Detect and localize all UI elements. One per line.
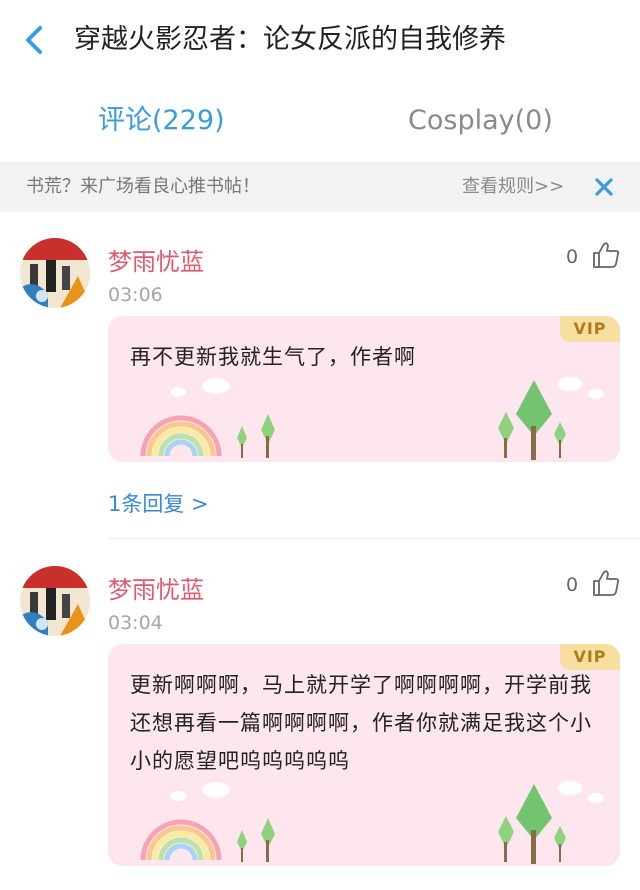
banner-close-button[interactable] bbox=[592, 175, 616, 199]
like-button[interactable] bbox=[591, 240, 621, 270]
comment-username[interactable]: 梦雨忧蓝 bbox=[108, 570, 204, 605]
comment-item: 梦雨忧蓝 03:04 0 VIP 更新啊啊啊，马上就开学了啊啊啊啊，开学前我还想… bbox=[0, 566, 640, 890]
back-button[interactable] bbox=[18, 20, 54, 60]
replies-link[interactable]: 1条回复 > bbox=[108, 488, 209, 518]
rainbow-trees-decoration bbox=[140, 781, 604, 864]
comment-time: 03:06 bbox=[108, 284, 163, 306]
avatar-image bbox=[20, 566, 90, 636]
close-icon bbox=[595, 178, 613, 196]
thumbs-up-icon bbox=[593, 570, 620, 596]
avatar[interactable] bbox=[20, 238, 90, 308]
comment-bubble: VIP 再不更新我就生气了，作者啊 bbox=[108, 316, 620, 462]
comment-bubble: VIP 更新啊啊啊，马上就开学了啊啊啊啊，开学前我还想再看一篇啊啊啊啊，作者你就… bbox=[108, 644, 620, 866]
comment-text: 更新啊啊啊，马上就开学了啊啊啊啊，开学前我还想再看一篇啊啊啊啊，作者你就满足我这… bbox=[130, 673, 592, 773]
banner-text: 书荒？来广场看良心推书帖！ bbox=[26, 176, 260, 197]
tab-bar: 评论(229) Cosplay(0) bbox=[0, 90, 640, 152]
avatar[interactable] bbox=[20, 566, 90, 636]
tab-cosplay[interactable]: Cosplay(0) bbox=[408, 90, 553, 152]
rainbow-trees-decoration bbox=[140, 377, 604, 460]
comment-username[interactable]: 梦雨忧蓝 bbox=[108, 242, 204, 277]
comment-item: 梦雨忧蓝 03:06 0 VIP 再不更新我就生气了，作者啊 1条回复 > bbox=[0, 238, 640, 539]
page-title: 穿越火影忍者：论女反派的自我修养 bbox=[74, 24, 506, 55]
avatar-image bbox=[20, 238, 90, 308]
divider bbox=[108, 538, 640, 539]
view-rules-link[interactable]: 查看规则>> bbox=[462, 162, 564, 212]
like-count: 0 bbox=[566, 246, 579, 268]
top-bar: 穿越火影忍者：论女反派的自我修养 bbox=[0, 0, 640, 82]
comment-time: 03:04 bbox=[108, 612, 163, 634]
chevron-left-icon bbox=[26, 26, 42, 54]
like-button[interactable] bbox=[591, 568, 621, 598]
comment-text: 再不更新我就生气了，作者啊 bbox=[130, 345, 416, 369]
promo-banner: 书荒？来广场看良心推书帖！ 查看规则>> bbox=[0, 162, 640, 212]
thumbs-up-icon bbox=[593, 242, 620, 268]
tab-comments[interactable]: 评论(229) bbox=[98, 90, 225, 152]
like-count: 0 bbox=[566, 574, 579, 596]
